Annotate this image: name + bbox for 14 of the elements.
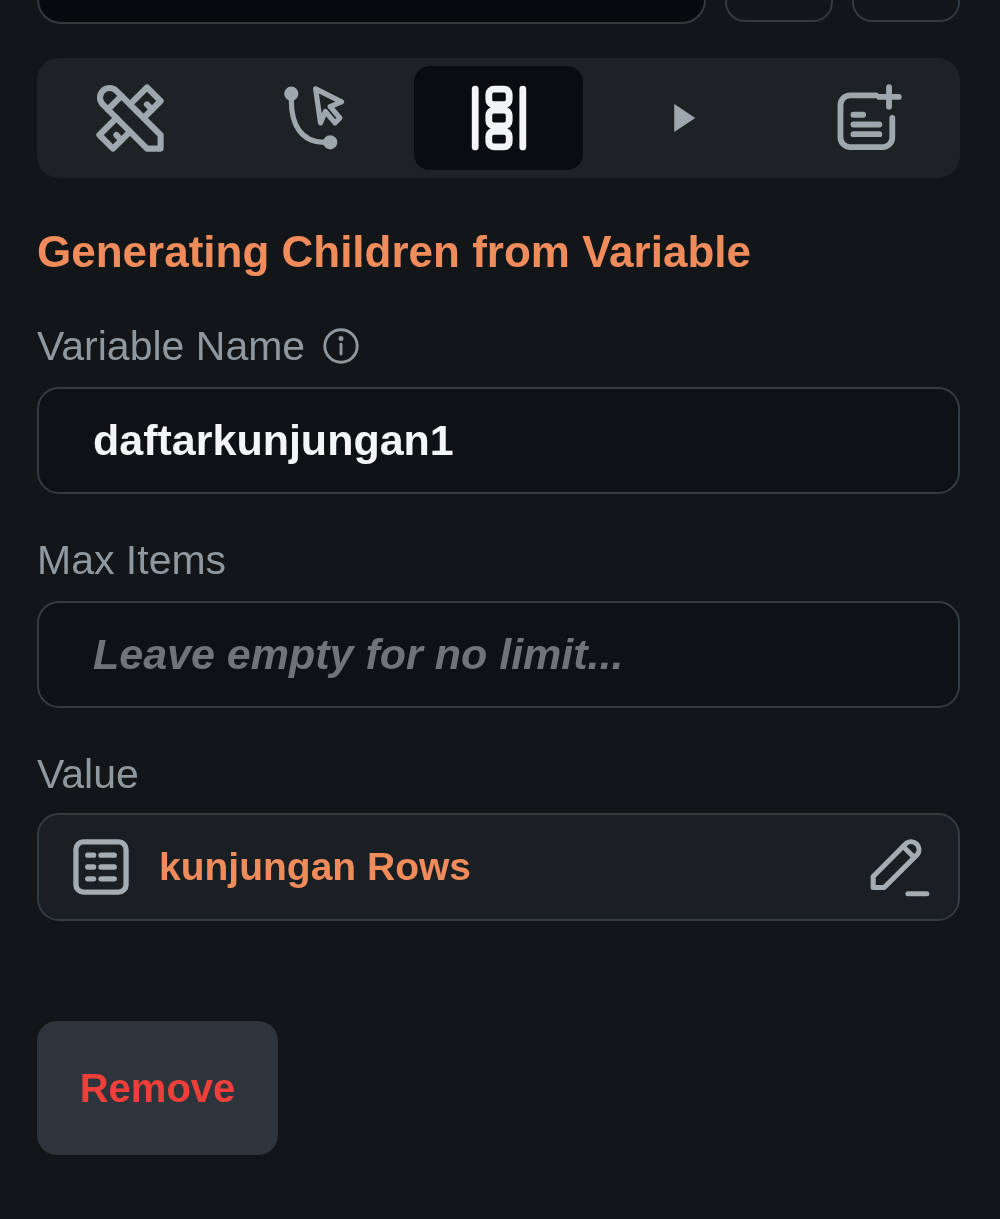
section-title: Generating Children from Variable bbox=[37, 226, 751, 278]
input-field[interactable] bbox=[37, 0, 706, 24]
list-icon bbox=[73, 839, 129, 895]
field-label: Variable Name bbox=[37, 324, 306, 368]
variable-binding-field[interactable]: kunjungan Rows bbox=[37, 813, 960, 921]
info-icon[interactable] bbox=[323, 328, 360, 364]
field-label: Max Items bbox=[37, 538, 227, 582]
ruler-pencil-icon bbox=[95, 84, 164, 152]
field-label: Value bbox=[37, 752, 139, 796]
input-field[interactable]: daftarkunjungan1 bbox=[37, 387, 960, 494]
binding-value: kunjungan Rows bbox=[159, 845, 471, 889]
input-field[interactable]: Leave empty for no limit... bbox=[37, 601, 960, 708]
pencil-icon bbox=[870, 837, 930, 897]
tab[interactable] bbox=[414, 66, 583, 170]
